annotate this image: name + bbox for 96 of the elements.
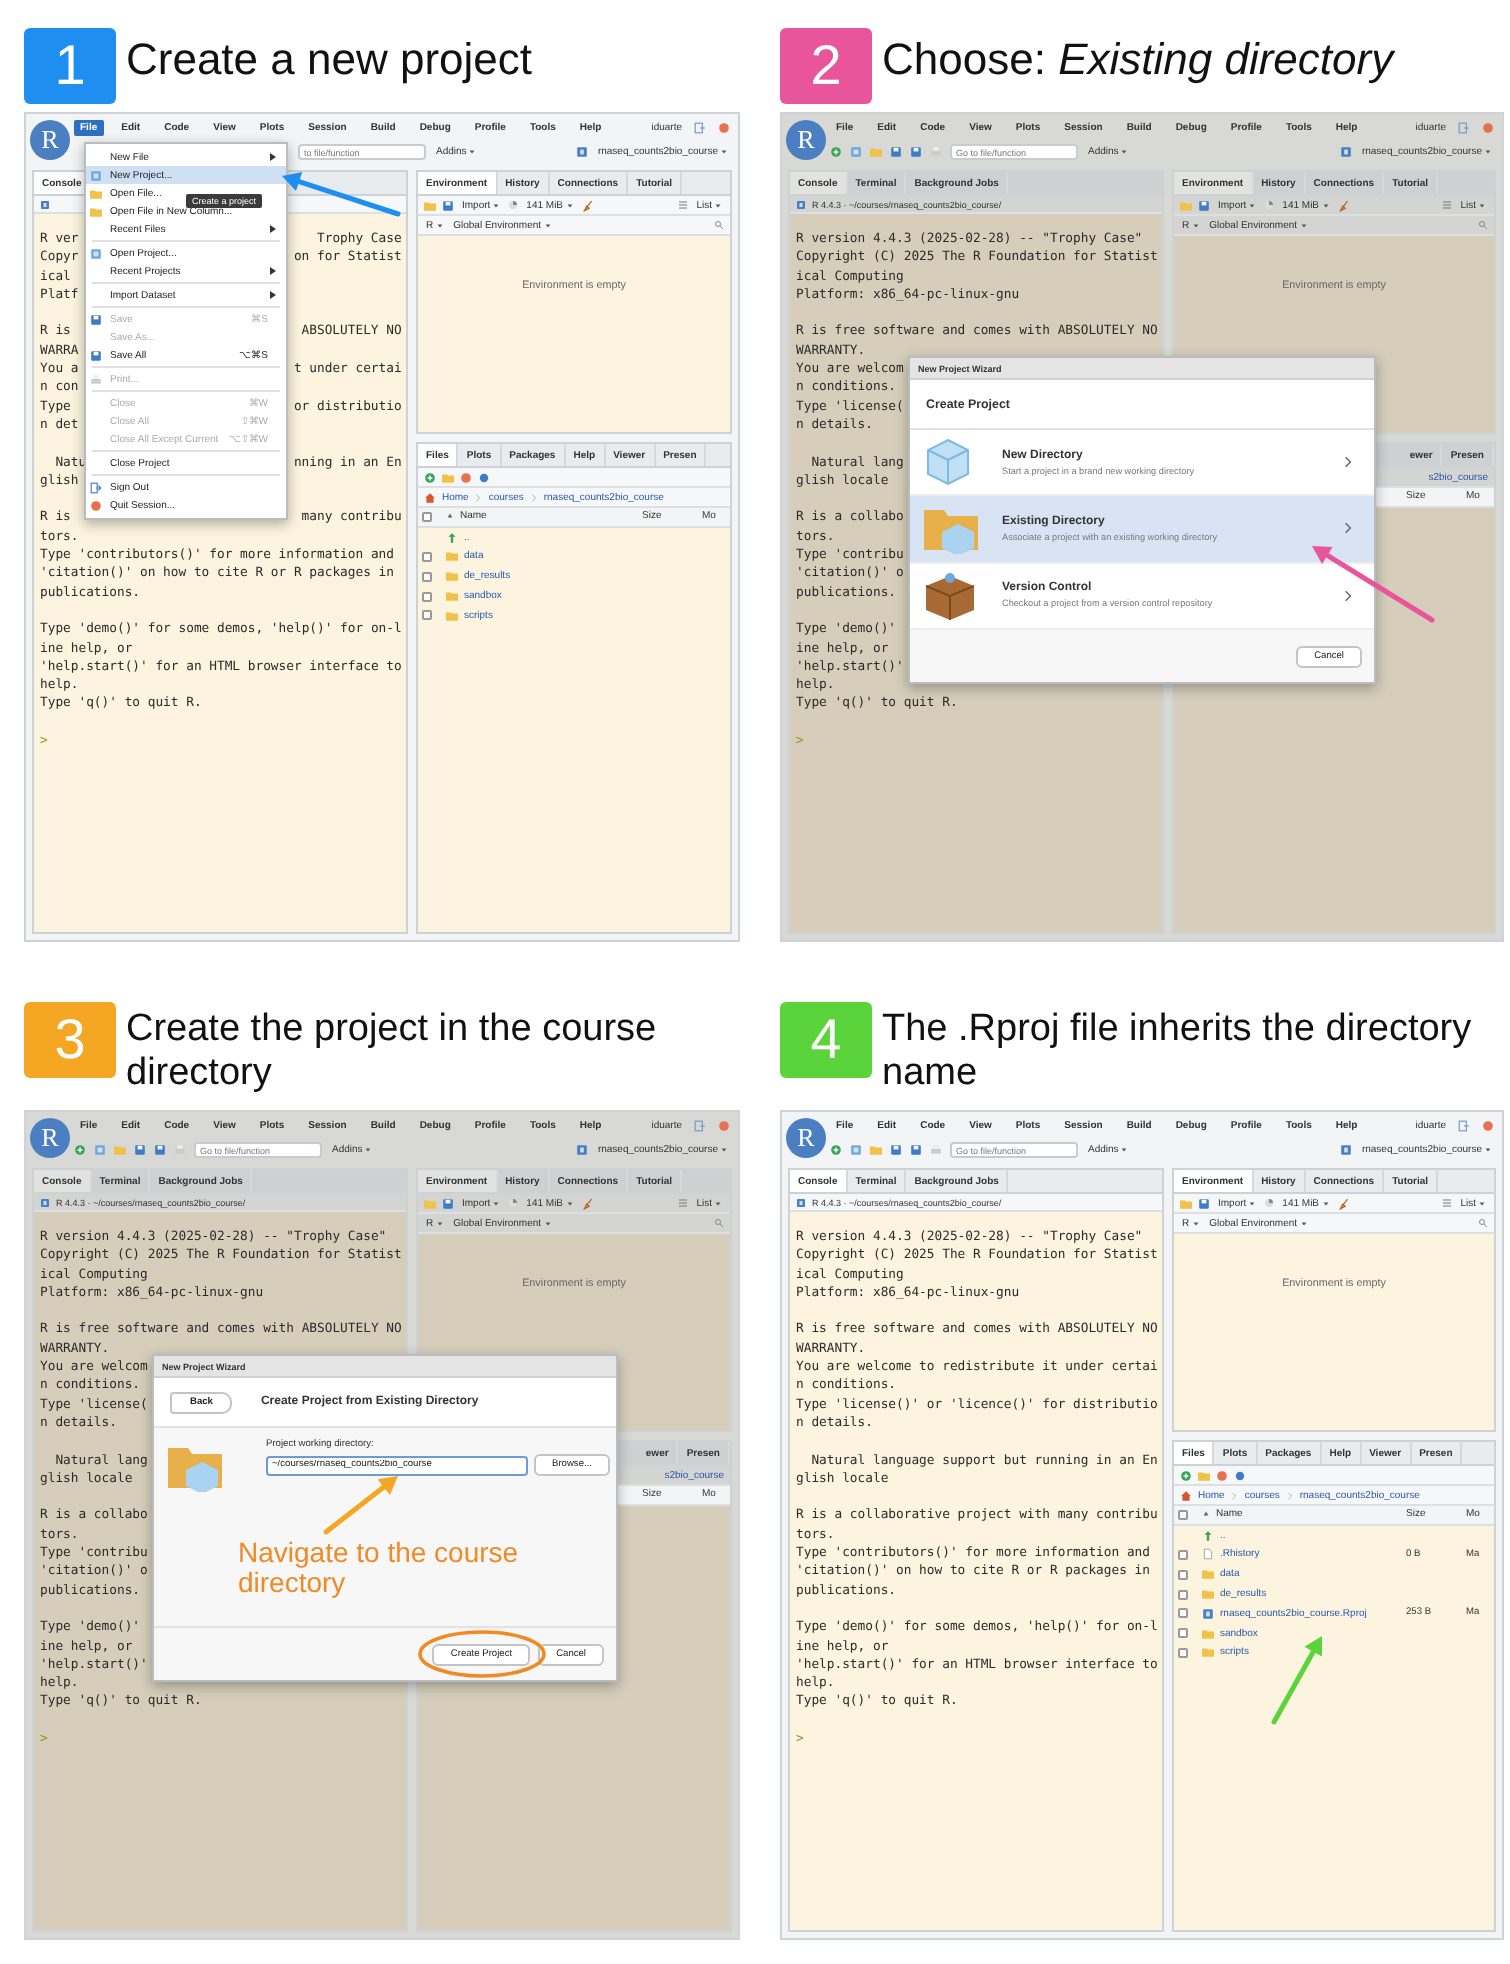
disk-icon	[90, 313, 102, 325]
caret-icon	[1484, 148, 1492, 156]
submenu-arrow-icon	[268, 224, 278, 234]
checkbox[interactable]	[1178, 1509, 1188, 1520]
list-icon	[678, 200, 689, 210]
list-icon	[678, 1198, 689, 1208]
submenu-arrow-icon	[268, 152, 278, 162]
caret-icon	[714, 1199, 722, 1207]
logout-icon	[694, 121, 706, 133]
add-icon	[74, 1144, 86, 1156]
printer-icon	[174, 1144, 186, 1156]
chevron-icon	[1342, 456, 1354, 469]
disk-icon	[154, 1144, 166, 1156]
broom-icon	[581, 199, 594, 211]
caret-icon	[720, 1146, 728, 1154]
caret-icon	[1478, 1199, 1486, 1207]
checkbox[interactable]	[422, 591, 432, 602]
checkbox[interactable]	[422, 571, 432, 582]
printer-icon	[90, 373, 102, 385]
checkbox[interactable]	[1178, 1608, 1188, 1619]
arrow	[323, 1476, 398, 1535]
list-icon	[1442, 1198, 1453, 1208]
box-icon	[922, 569, 978, 622]
chevron-icon	[1342, 522, 1354, 535]
broom-icon	[1337, 1197, 1350, 1209]
project-icon	[1339, 146, 1352, 158]
search-icon	[1478, 220, 1488, 230]
project-icon	[1202, 1607, 1214, 1620]
disk-icon	[890, 1144, 902, 1156]
step-badge: 2	[780, 28, 872, 104]
caret-icon	[1484, 1146, 1492, 1154]
logo: R	[786, 119, 826, 159]
logo: R	[30, 119, 70, 159]
logo: R	[30, 1117, 70, 1157]
search-icon	[714, 220, 724, 230]
project-icon	[40, 1197, 50, 1207]
checkbox[interactable]	[422, 610, 432, 621]
logout-icon	[1458, 121, 1470, 133]
folder-icon	[870, 146, 882, 158]
add-icon	[830, 146, 842, 158]
arrow	[1271, 1636, 1322, 1725]
disk-icon	[910, 1144, 922, 1156]
disk-icon	[90, 349, 102, 361]
project-icon	[796, 1197, 806, 1207]
disk-icon	[442, 1197, 454, 1209]
checkbox[interactable]	[1178, 1647, 1188, 1658]
logout-icon	[694, 1119, 706, 1131]
add-icon	[830, 1144, 842, 1156]
broom-icon	[1337, 199, 1350, 211]
arrow	[1312, 546, 1435, 623]
logo: R	[786, 1117, 826, 1157]
search-icon	[1478, 1218, 1488, 1228]
step-badge: 3	[24, 1002, 116, 1078]
step-badge: 4	[780, 1002, 872, 1078]
home-icon	[1180, 1489, 1192, 1501]
home-icon	[424, 491, 436, 503]
up-arrow-icon	[1202, 1529, 1214, 1542]
disk-icon	[890, 146, 902, 158]
chevron-icon	[1342, 589, 1354, 602]
step-title: Choose: Existing directory	[882, 32, 1394, 85]
printer-icon	[930, 1144, 942, 1156]
checkbox[interactable]	[1178, 1569, 1188, 1580]
arrow	[282, 172, 401, 217]
checkbox[interactable]	[422, 511, 432, 522]
project-icon	[40, 199, 50, 209]
checkbox[interactable]	[1178, 1549, 1188, 1560]
project-icon	[796, 199, 806, 209]
step-title: The .Rproj file inherits the directory name	[882, 1006, 1474, 1096]
disk-icon	[134, 1144, 146, 1156]
up-arrow-icon	[446, 531, 458, 544]
folder-icon	[114, 1144, 126, 1156]
door-icon	[90, 481, 102, 493]
broom-icon	[581, 1197, 594, 1209]
project-icon	[575, 1144, 588, 1156]
step-title: Create the project in the course directory	[126, 1006, 659, 1096]
project-icon	[575, 146, 588, 158]
file-icon	[1202, 1548, 1214, 1561]
caret-icon	[720, 148, 728, 156]
checkbox[interactable]	[422, 551, 432, 562]
disk-icon	[910, 146, 922, 158]
step-badge: 1	[24, 28, 116, 104]
checkbox[interactable]	[1178, 1589, 1188, 1600]
submenu-arrow-icon	[268, 290, 278, 300]
caret-icon	[714, 201, 722, 209]
folder-icon	[870, 1144, 882, 1156]
checkbox[interactable]	[1178, 1628, 1188, 1639]
disk-icon	[1198, 199, 1210, 211]
list-icon	[1442, 200, 1453, 210]
submenu-arrow-icon	[268, 266, 278, 276]
step-title: Create a new project	[126, 32, 532, 85]
printer-icon	[930, 146, 942, 158]
project-icon	[1339, 1144, 1352, 1156]
search-icon	[714, 1218, 724, 1228]
caret-icon	[1478, 201, 1486, 209]
annotation: Navigate to the course directory	[238, 1538, 521, 1600]
logout-icon	[1458, 1119, 1470, 1131]
